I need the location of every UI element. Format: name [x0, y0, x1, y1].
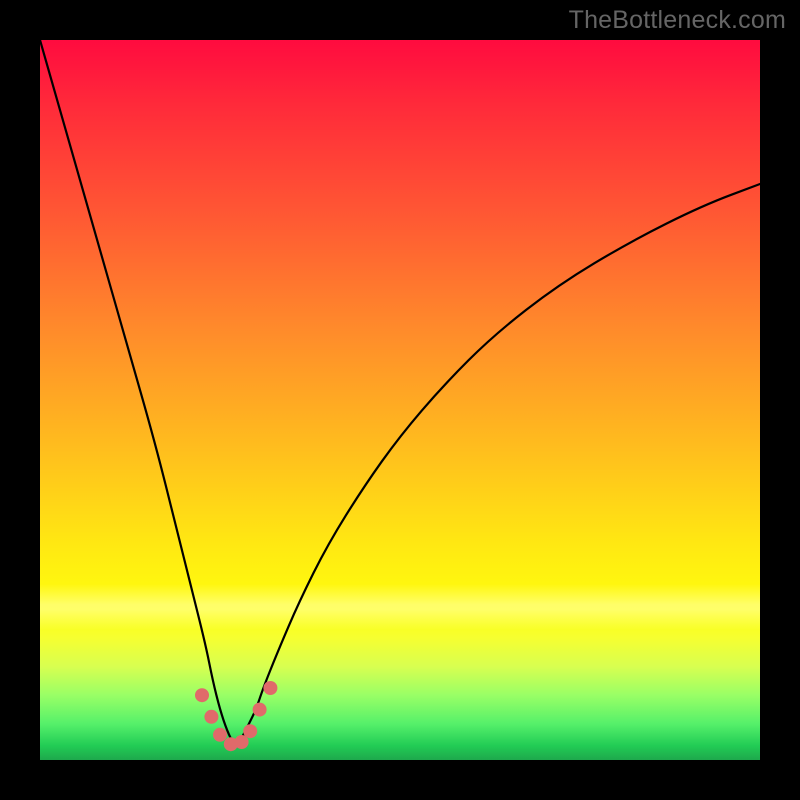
- marker-dot: [204, 710, 218, 724]
- marker-dot: [253, 703, 267, 717]
- bottleneck-curve: [40, 40, 760, 743]
- marker-dot: [213, 728, 227, 742]
- marker-dot: [243, 724, 257, 738]
- near-minimum-dots: [195, 681, 277, 751]
- marker-dot: [195, 688, 209, 702]
- chart-frame: TheBottleneck.com: [0, 0, 800, 800]
- watermark-text: TheBottleneck.com: [569, 6, 786, 35]
- plot-area: [40, 40, 760, 760]
- marker-dot: [263, 681, 277, 695]
- curve-layer: [40, 40, 760, 760]
